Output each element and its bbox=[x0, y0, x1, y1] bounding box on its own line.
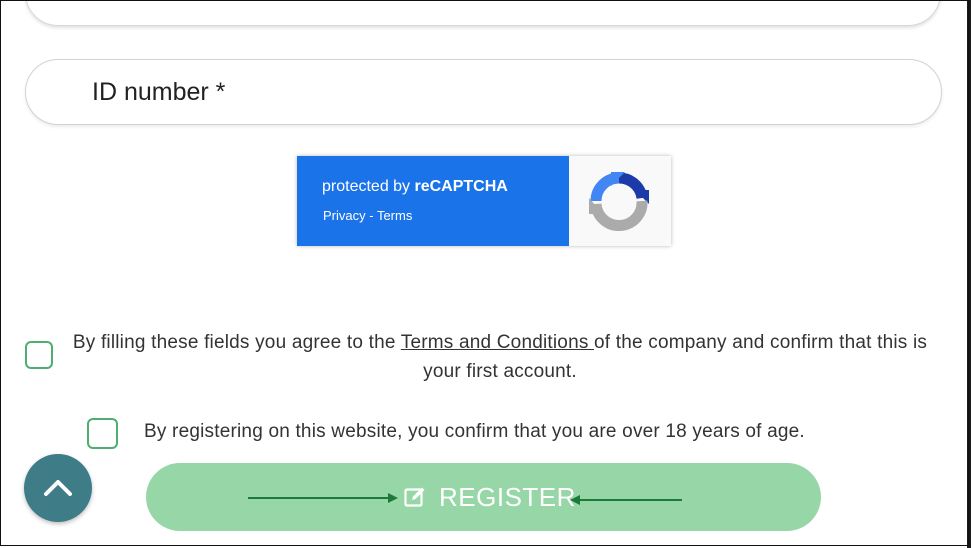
terms-agreement-text: By filling these fields you agree to the… bbox=[70, 328, 930, 386]
chevron-up-icon bbox=[44, 480, 72, 496]
annotation-arrows bbox=[248, 493, 682, 505]
recaptcha-badge: protected by reCAPTCHA Privacy - Terms bbox=[297, 156, 671, 246]
window-edge bbox=[967, 0, 971, 548]
terms-and-conditions-link[interactable]: Terms and Conditions bbox=[401, 332, 594, 353]
recaptcha-terms-link[interactable]: Terms bbox=[377, 208, 412, 223]
age-confirmation-checkbox[interactable] bbox=[87, 418, 118, 449]
left-arrow-icon bbox=[248, 493, 398, 503]
id-number-field[interactable] bbox=[25, 59, 942, 125]
right-arrow-icon bbox=[570, 495, 682, 505]
recaptcha-privacy-link[interactable]: Privacy bbox=[323, 208, 366, 223]
recaptcha-logo-icon bbox=[589, 172, 649, 232]
id-number-input[interactable] bbox=[92, 60, 872, 124]
recaptcha-text: protected by reCAPTCHA bbox=[322, 178, 508, 196]
recaptcha-info-panel: protected by reCAPTCHA Privacy - Terms bbox=[297, 156, 569, 246]
scroll-to-top-button[interactable] bbox=[24, 454, 92, 522]
previous-input-field[interactable] bbox=[25, 0, 941, 26]
recaptcha-brand: reCAPTCHA bbox=[414, 178, 508, 195]
age-confirmation-text: By registering on this website, you conf… bbox=[144, 421, 805, 442]
terms-checkbox[interactable] bbox=[25, 341, 53, 369]
recaptcha-links: Privacy - Terms bbox=[323, 208, 412, 223]
recaptcha-prefix: protected by bbox=[322, 178, 415, 195]
terms-text-before: By filling these fields you agree to the bbox=[72, 332, 401, 353]
recaptcha-separator: - bbox=[365, 208, 377, 223]
